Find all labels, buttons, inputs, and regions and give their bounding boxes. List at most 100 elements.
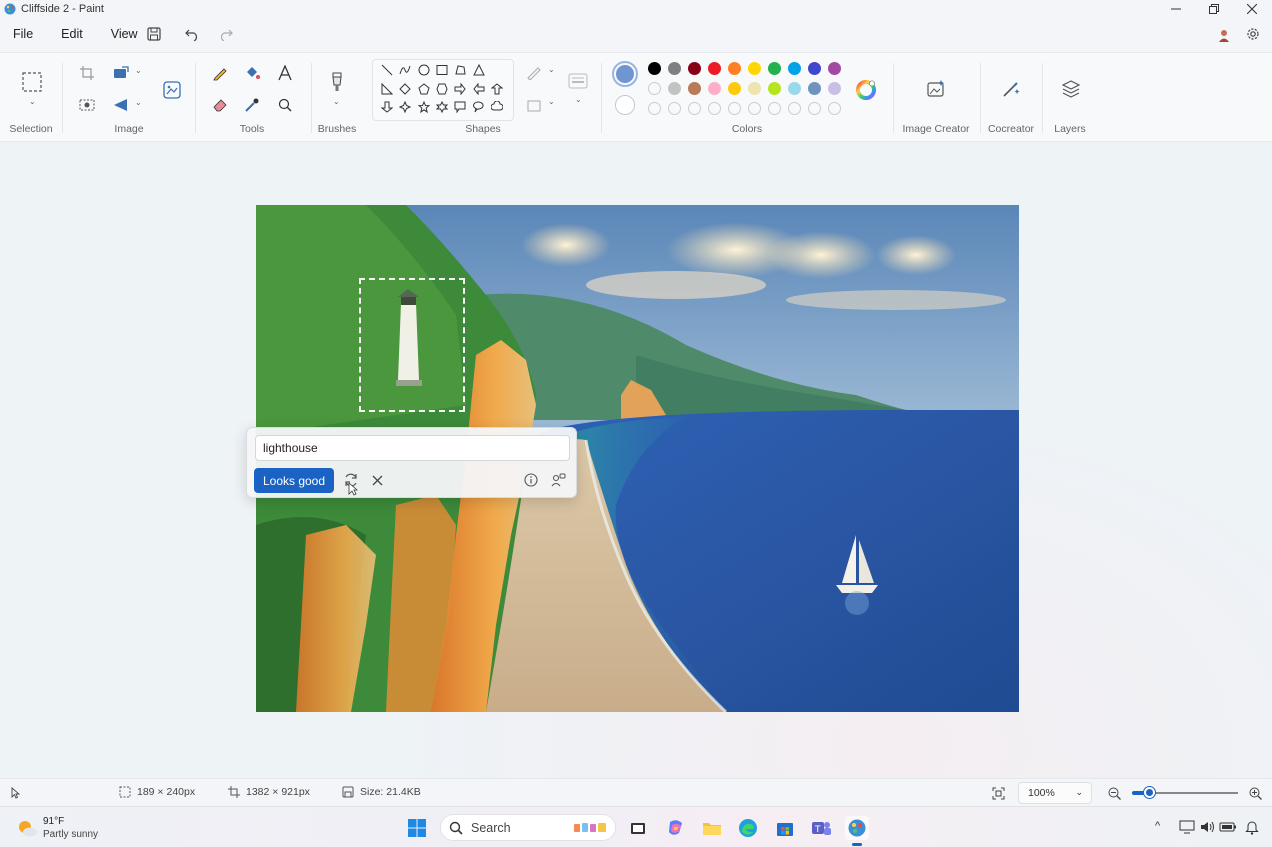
color-swatch[interactable] [768,102,781,115]
file-explorer-button[interactable] [700,816,724,840]
right-arrow-shape-icon[interactable] [454,82,466,95]
layers-button[interactable] [1059,77,1083,101]
crop-button[interactable] [78,64,96,82]
resize-dropdown-icon[interactable]: ⌄ [135,66,142,75]
edit-colors-button[interactable] [855,79,877,101]
color-swatch[interactable] [688,62,701,75]
image-generate-button[interactable] [160,78,184,102]
teams-button[interactable]: T [809,816,833,840]
color-swatch[interactable] [808,62,821,75]
pentagon-shape-icon[interactable] [418,82,430,95]
diamond-shape-icon[interactable] [399,82,412,95]
zoom-slider-thumb[interactable] [1144,787,1155,798]
color-swatch[interactable] [828,82,841,95]
secondary-color-swatch[interactable] [615,95,635,115]
info-button[interactable] [521,470,541,490]
minimize-button[interactable] [1158,0,1194,17]
redo-button[interactable] [216,25,234,43]
zoom-out-button[interactable] [1105,784,1123,802]
primary-color-ring[interactable] [612,61,638,87]
stroke-size-button[interactable] [566,71,590,91]
color-swatch[interactable] [648,102,661,115]
line-shape-icon[interactable] [381,64,393,76]
color-swatch[interactable] [668,62,681,75]
color-swatch[interactable] [728,102,741,115]
color-swatch[interactable] [788,102,801,115]
color-swatch[interactable] [808,102,821,115]
up-arrow-shape-icon[interactable] [490,82,503,95]
fill-dropdown-icon[interactable]: ⌄ [548,97,555,106]
color-swatch[interactable] [648,82,661,95]
stroke-dropdown-icon[interactable]: ⌄ [575,95,582,104]
paint-taskbar-button[interactable] [845,816,869,840]
account-avatar[interactable] [1214,25,1234,45]
outline-dropdown-icon[interactable]: ⌄ [548,65,555,74]
zoom-in-button[interactable] [1246,784,1264,802]
color-swatch[interactable] [728,82,741,95]
brushes-dropdown-icon[interactable]: ⌄ [333,97,340,106]
menu-view[interactable]: View [105,27,144,41]
flip-dropdown-icon[interactable]: ⌄ [135,98,142,107]
taskbar-search-box[interactable]: Search [440,814,616,841]
right-triangle-shape-icon[interactable] [381,82,393,95]
oval-callout-shape-icon[interactable] [472,101,485,113]
restore-button[interactable] [1196,0,1232,17]
zoom-select[interactable]: 100% ⌄ [1018,782,1092,804]
remove-background-button[interactable] [78,96,96,114]
color-swatch[interactable] [768,62,781,75]
curve-shape-icon[interactable] [399,64,411,76]
four-point-star-shape-icon[interactable] [399,101,412,113]
color-swatch[interactable] [828,62,841,75]
tray-overflow-chevron-icon[interactable]: ^ [1155,820,1160,832]
primary-color-swatch[interactable] [616,65,634,83]
polygon-shape-icon[interactable] [454,64,466,76]
color-picker-button[interactable] [242,95,262,115]
selection-marquee[interactable] [359,278,465,412]
eraser-tool-button[interactable] [210,95,230,115]
outline-button[interactable] [519,63,549,83]
edge-browser-button[interactable] [736,816,760,840]
color-swatch[interactable] [688,102,701,115]
cloud-callout-shape-icon[interactable] [490,101,503,113]
store-button[interactable] [773,816,797,840]
brushes-button[interactable] [325,69,349,95]
left-arrow-shape-icon[interactable] [472,82,485,95]
feedback-button[interactable] [548,470,568,490]
color-swatch[interactable] [708,82,721,95]
settings-button[interactable] [1244,25,1262,43]
rect-callout-shape-icon[interactable] [454,101,466,113]
menu-edit[interactable]: Edit [55,27,89,41]
task-view-button[interactable] [626,816,650,840]
cocreator-button[interactable] [999,77,1023,101]
color-swatch[interactable] [708,102,721,115]
color-swatch[interactable] [648,62,661,75]
triangle-shape-icon[interactable] [472,64,485,76]
resize-button[interactable] [112,64,130,82]
selection-tool-button[interactable] [20,70,44,94]
color-swatch[interactable] [748,102,761,115]
rectangle-shape-icon[interactable] [436,64,448,76]
discard-button[interactable] [367,470,387,490]
prompt-input[interactable] [255,435,570,461]
selection-dropdown-icon[interactable]: ⌄ [29,97,36,106]
six-point-star-shape-icon[interactable] [435,101,448,113]
save-button[interactable] [145,25,163,43]
looks-good-button[interactable]: Looks good [254,468,334,493]
close-window-button[interactable] [1234,0,1270,17]
color-swatch[interactable] [748,62,761,75]
copilot-button[interactable] [664,816,688,840]
magnifier-button[interactable] [275,95,295,115]
tray-battery-icon[interactable] [1216,815,1240,839]
color-swatch[interactable] [828,102,841,115]
fill-button[interactable] [519,95,549,115]
color-swatch[interactable] [668,82,681,95]
color-swatch[interactable] [768,82,781,95]
hexagon-shape-icon[interactable] [436,83,448,95]
color-swatch[interactable] [748,82,761,95]
weather-widget[interactable] [14,816,40,840]
menu-file[interactable]: File [7,27,39,41]
rotate-flip-button[interactable] [112,96,130,114]
fill-tool-button[interactable] [242,63,262,83]
color-swatch[interactable] [788,82,801,95]
five-point-star-shape-icon[interactable] [417,101,430,113]
